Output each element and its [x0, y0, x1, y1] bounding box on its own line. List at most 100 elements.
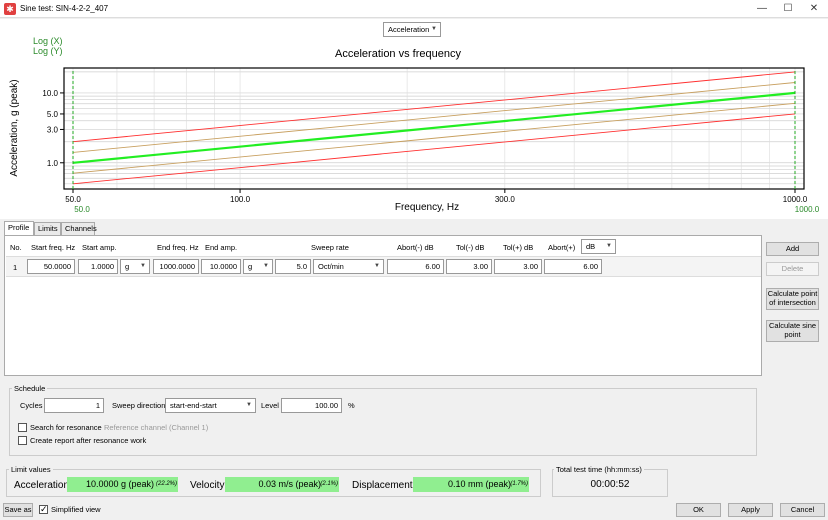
acceleration-chart: Acceleration vs frequency 50.0 100.0 300.0…: [9, 48, 820, 214]
search-resonance-checkbox[interactable]: [18, 423, 27, 432]
profile-table: No. Start freq. Hz Start amp. End freq. …: [4, 235, 762, 376]
header-abort-plus: Abort(+): [548, 243, 576, 252]
save-as-button[interactable]: Save as: [3, 503, 33, 517]
end-freq-input[interactable]: 1000.0000: [153, 259, 199, 274]
chevron-down-icon: ▼: [140, 263, 146, 269]
acceleration-percent: (22.2%): [155, 481, 177, 487]
x-range-end: 1000.0: [795, 205, 820, 214]
end-unit-select[interactable]: g ▼: [243, 259, 273, 274]
header-end-amp: End amp.: [205, 243, 238, 252]
start-unit-select[interactable]: g ▼: [120, 259, 150, 274]
x-tick-label: 1000.0: [783, 195, 808, 204]
schedule-label: Schedule: [12, 384, 48, 393]
x-tick-label: 50.0: [65, 195, 81, 204]
row-no: 1: [13, 263, 18, 272]
chart-title: Acceleration vs frequency: [335, 48, 461, 60]
window-title: Sine test: SIN-4-2-2_407: [20, 4, 109, 13]
sweep-unit-select[interactable]: Oct/min ▼: [313, 259, 384, 274]
cancel-button[interactable]: Cancel: [780, 503, 825, 517]
reference-channel-label: Reference channel (Channel 1): [104, 423, 209, 432]
tol-plus-input[interactable]: 3.00: [494, 259, 542, 274]
close-button[interactable]: ✕: [800, 0, 828, 18]
limit-values-label: Limit values: [9, 465, 53, 474]
displacement-label: Displacement: [352, 480, 413, 491]
chart-area: Acceleration ▼ Log (X) Log (Y) Accelerat…: [0, 19, 828, 219]
level-input[interactable]: 100.00: [281, 398, 342, 413]
header-sweep-rate: Sweep rate: [311, 243, 349, 252]
simplified-view-label[interactable]: Simplified view: [51, 505, 101, 514]
end-unit-value: g: [248, 262, 253, 271]
table-row[interactable]: 1 50.0000 1.0000 g ▼ 1000.0000 10.0000 g…: [6, 256, 761, 277]
tol-minus-input[interactable]: 3.00: [446, 259, 492, 274]
displacement-percent: (1.7%): [510, 481, 528, 487]
header-tol-plus: Tol(+) dB: [503, 243, 534, 252]
sweep-unit-value: Oct/min: [318, 262, 344, 271]
header-end-freq: End freq. Hz: [157, 243, 199, 252]
level-unit: %: [348, 401, 355, 410]
simplified-view-checkbox[interactable]: [39, 504, 48, 515]
y-tick-label: 10.0: [42, 89, 58, 98]
x-axis-title: Frequency, Hz: [395, 202, 459, 213]
start-freq-input[interactable]: 50.0000: [27, 259, 75, 274]
abort-plus-input[interactable]: 6.00: [544, 259, 602, 274]
header-no: No.: [10, 243, 22, 252]
delete-button[interactable]: Delete: [766, 262, 819, 276]
start-unit-value: g: [125, 262, 130, 271]
acceleration-label: Acceleration: [14, 480, 70, 491]
total-time-label: Total test time (hh:mm:ss): [554, 465, 644, 474]
level-label: Level: [261, 401, 279, 410]
header-tol-minus: Tol(-) dB: [456, 243, 485, 252]
ok-button[interactable]: OK: [676, 503, 721, 517]
title-bar: ✱ Sine test: SIN-4-2-2_407 — ☐ ✕: [0, 0, 828, 18]
add-button[interactable]: Add: [766, 242, 819, 256]
y-tick-label: 3.0: [47, 125, 59, 134]
maximize-button[interactable]: ☐: [774, 0, 802, 18]
chevron-down-icon: ▼: [246, 402, 252, 408]
series-line-abort-upper: [72, 71, 796, 143]
db-unit-value: dB: [586, 242, 596, 251]
schedule-group: [9, 388, 757, 456]
start-amp-input[interactable]: 1.0000: [78, 259, 118, 274]
abort-minus-input[interactable]: 6.00: [387, 259, 444, 274]
header-abort-minus: Abort(-) dB: [397, 243, 434, 252]
calculate-sine-point-button[interactable]: Calculate sine point: [766, 320, 819, 342]
header-start-amp: Start amp.: [82, 243, 117, 252]
db-unit-select[interactable]: dB ▼: [581, 239, 616, 254]
series-line-profile: [72, 91, 796, 164]
cycles-label: Cycles: [20, 401, 43, 410]
tab-profile[interactable]: Profile: [4, 221, 34, 236]
sweep-direction-label: Sweep direction: [112, 401, 166, 410]
x-range-start: 50.0: [74, 205, 90, 214]
tab-channels[interactable]: Channels: [61, 222, 97, 236]
calculate-intersection-button[interactable]: Calculate point of intersection: [766, 288, 819, 310]
sweep-direction-select[interactable]: start-end-start ▼: [165, 398, 256, 413]
sweep-rate-input[interactable]: 5.0: [275, 259, 311, 274]
apply-button[interactable]: Apply: [728, 503, 773, 517]
velocity-value: 0.03 m/s (peak) (2.1%): [225, 477, 339, 492]
displacement-value-text: 0.10 mm (peak): [447, 479, 511, 489]
series-layer: [72, 71, 796, 189]
y-tick-label: 1.0: [47, 159, 59, 168]
cycles-input[interactable]: 1: [44, 398, 104, 413]
displacement-value: 0.10 mm (peak) (1.7%): [413, 477, 529, 492]
acceleration-value-text: 10.0000 g (peak): [85, 479, 154, 489]
end-amp-input[interactable]: 10.0000: [201, 259, 241, 274]
app-icon: ✱: [4, 3, 16, 15]
total-time-value: 00:00:52: [590, 479, 630, 490]
chevron-down-icon: ▼: [263, 263, 269, 269]
search-resonance-label[interactable]: Search for resonance: [30, 423, 102, 432]
chevron-down-icon: ▼: [374, 263, 380, 269]
create-report-checkbox[interactable]: [18, 436, 27, 445]
minimize-button[interactable]: —: [748, 0, 776, 18]
chevron-down-icon: ▼: [606, 243, 612, 249]
velocity-label: Velocity: [190, 480, 225, 491]
acceleration-value: 10.0000 g (peak) (22.2%): [67, 477, 178, 492]
create-report-label[interactable]: Create report after resonance work: [30, 436, 146, 445]
header-start-freq: Start freq. Hz: [31, 243, 76, 252]
tab-limits[interactable]: Limits: [34, 222, 61, 236]
velocity-value-text: 0.03 m/s (peak): [258, 479, 321, 489]
x-tick-label: 300.0: [495, 195, 516, 204]
x-tick-label: 100.0: [230, 195, 251, 204]
y-axis-title: Acceleration, g (peak): [9, 79, 20, 176]
velocity-percent: (2.1%): [320, 481, 338, 487]
